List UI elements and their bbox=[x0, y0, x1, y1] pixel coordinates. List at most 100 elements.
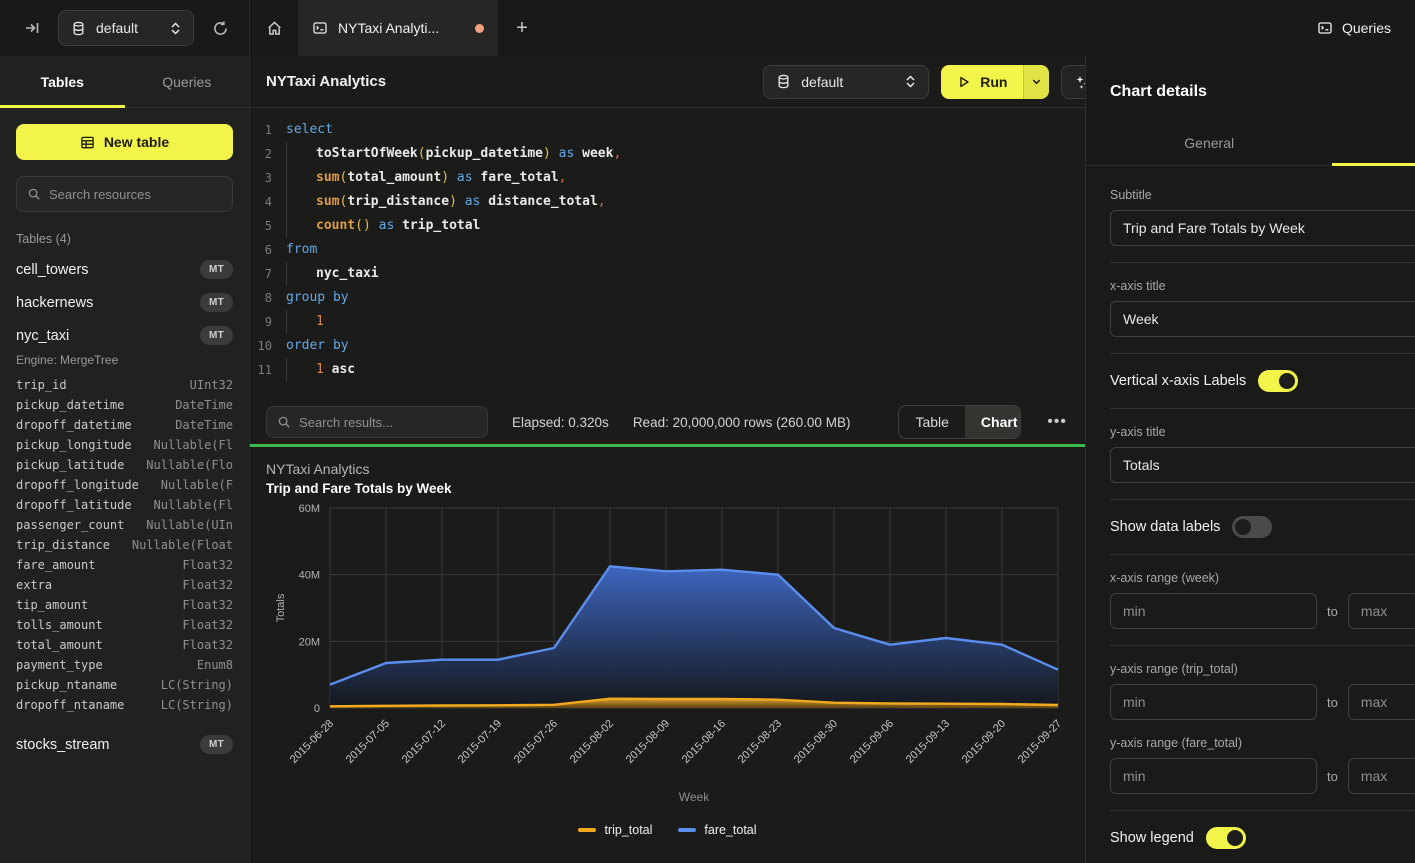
column-name: pickup_latitude bbox=[16, 455, 124, 475]
code-line: 10order by bbox=[250, 334, 1085, 358]
queries-terminal-icon bbox=[1317, 20, 1333, 36]
sidebar-tab-queries[interactable]: Queries bbox=[125, 56, 250, 107]
divider bbox=[1110, 810, 1415, 811]
view-toggle: Table Chart bbox=[898, 405, 1021, 439]
table-row[interactable]: nyc_taxiMT bbox=[16, 326, 233, 345]
y-range-trip-min-input[interactable] bbox=[1110, 684, 1317, 720]
results-search-input[interactable] bbox=[299, 415, 477, 430]
table-row[interactable]: cell_towersMT bbox=[16, 260, 233, 279]
subtitle-input[interactable] bbox=[1110, 210, 1415, 246]
new-tab-button[interactable]: + bbox=[498, 0, 546, 56]
sidebar-tab-tables[interactable]: Tables bbox=[0, 56, 125, 107]
chart-text: 2015-07-26 bbox=[512, 718, 560, 766]
results-more-button[interactable]: ••• bbox=[1045, 409, 1069, 435]
code-content: nyc_taxi bbox=[286, 262, 379, 286]
column-row: dropoff_datetimeDateTime bbox=[16, 415, 233, 435]
select-chevrons-icon bbox=[905, 75, 916, 88]
table-row[interactable]: hackernewsMT bbox=[16, 293, 233, 312]
line-number: 10 bbox=[250, 334, 286, 358]
code-line: 6from bbox=[250, 238, 1085, 262]
vertical-x-labels-label: Vertical x-axis Labels bbox=[1110, 373, 1246, 389]
show-data-labels-toggle[interactable] bbox=[1232, 516, 1272, 538]
line-number: 1 bbox=[250, 118, 286, 142]
panel-tab-general[interactable]: General bbox=[1086, 123, 1332, 165]
column-row: dropoff_longitudeNullable(F bbox=[16, 475, 233, 495]
run-options-caret[interactable] bbox=[1023, 65, 1049, 99]
area-chart: 020M40M60MTotals2015-06-282015-07-052015… bbox=[266, 496, 1069, 821]
chart-text: 2015-07-12 bbox=[400, 718, 448, 766]
code-content: 1 bbox=[286, 310, 324, 334]
divider bbox=[1110, 499, 1415, 500]
chart-section: NYTaxi Analytics Trip and Fare Totals by… bbox=[250, 447, 1085, 863]
view-toggle-table[interactable]: Table bbox=[899, 406, 964, 438]
divider bbox=[1110, 262, 1415, 263]
code-content: count() as trip_total bbox=[286, 214, 480, 238]
column-type: Nullable(Float bbox=[132, 535, 233, 555]
subtitle-field-label: Subtitle bbox=[1110, 188, 1415, 202]
database-select[interactable]: default bbox=[58, 10, 194, 46]
column-type: Float32 bbox=[182, 555, 233, 575]
main-area: NYTaxi Analytics default bbox=[250, 56, 1085, 863]
engine-badge: MT bbox=[200, 326, 233, 345]
legend-item-trip_total[interactable]: trip_total bbox=[578, 823, 652, 837]
page-title: NYTaxi Analytics bbox=[266, 73, 386, 90]
column-type: Float32 bbox=[182, 595, 233, 615]
refresh-icon bbox=[212, 20, 229, 37]
vertical-x-labels-toggle[interactable] bbox=[1258, 370, 1298, 392]
search-icon bbox=[27, 187, 41, 201]
sql-editor[interactable]: 1select2toStartOfWeek(pickup_datetime) a… bbox=[250, 108, 1085, 400]
app-root: default NYTaxi Analyti.. bbox=[0, 0, 1415, 863]
code-content: select bbox=[286, 118, 333, 142]
toggle-knob bbox=[1235, 519, 1251, 535]
chart-text: 20M bbox=[299, 636, 320, 648]
column-name: fare_amount bbox=[16, 555, 95, 575]
chart-text: 2015-07-05 bbox=[344, 718, 392, 766]
column-row: passenger_countNullable(UIn bbox=[16, 515, 233, 535]
column-type: Nullable(UIn bbox=[146, 515, 233, 535]
chart-text: 2015-09-13 bbox=[904, 718, 952, 766]
tab-nytaxi-analytics[interactable]: NYTaxi Analyti... bbox=[298, 0, 498, 56]
show-legend-toggle[interactable] bbox=[1206, 827, 1246, 849]
y-range-fare-max-input[interactable] bbox=[1348, 758, 1415, 794]
legend-swatch bbox=[678, 828, 696, 832]
legend-item-fare_total[interactable]: fare_total bbox=[678, 823, 756, 837]
column-name: extra bbox=[16, 575, 52, 595]
y-range-fare-min-input[interactable] bbox=[1110, 758, 1317, 794]
column-type: Float32 bbox=[182, 635, 233, 655]
column-row: trip_idUInt32 bbox=[16, 375, 233, 395]
code-content: toStartOfWeek(pickup_datetime) as week, bbox=[286, 142, 621, 166]
y-range-trip-max-input[interactable] bbox=[1348, 684, 1415, 720]
column-type: Nullable(Fl bbox=[154, 435, 233, 455]
panel-tab-advanced[interactable]: Advanced bbox=[1332, 123, 1415, 165]
legend-label: fare_total bbox=[704, 823, 756, 837]
x-axis-title-input[interactable] bbox=[1110, 301, 1415, 337]
sidebar-tabs: Tables Queries bbox=[0, 56, 249, 108]
x-range-min-input[interactable] bbox=[1110, 593, 1317, 629]
sidebar-body: New table Tables (4) cell_towersMThacker… bbox=[0, 108, 249, 770]
view-toggle-chart[interactable]: Chart bbox=[965, 406, 1021, 438]
table-name: cell_towers bbox=[16, 262, 89, 278]
column-type: UInt32 bbox=[190, 375, 233, 395]
column-type: Nullable(Flo bbox=[146, 455, 233, 475]
show-data-labels-label: Show data labels bbox=[1110, 519, 1220, 535]
code-line: 5count() as trip_total bbox=[250, 214, 1085, 238]
toggle-knob bbox=[1279, 373, 1295, 389]
table-row[interactable]: stocks_streamMT bbox=[16, 735, 233, 754]
column-row: pickup_datetimeDateTime bbox=[16, 395, 233, 415]
y-axis-title-input[interactable] bbox=[1110, 447, 1415, 483]
column-row: pickup_ntanameLC(String) bbox=[16, 675, 233, 695]
home-button[interactable] bbox=[250, 0, 298, 56]
refresh-button[interactable] bbox=[208, 16, 233, 41]
x-range-max-input[interactable] bbox=[1348, 593, 1415, 629]
line-number: 6 bbox=[250, 238, 286, 262]
new-table-button[interactable]: New table bbox=[16, 124, 233, 160]
sidebar-search-input[interactable] bbox=[49, 187, 225, 202]
column-type: DateTime bbox=[175, 415, 233, 435]
queries-button[interactable]: Queries bbox=[1293, 0, 1415, 56]
run-button[interactable]: Run bbox=[941, 65, 1023, 99]
query-database-select[interactable]: default bbox=[763, 65, 929, 99]
collapse-sidebar-button[interactable] bbox=[20, 16, 44, 40]
column-name: payment_type bbox=[16, 655, 103, 675]
code-content: group by bbox=[286, 286, 349, 310]
column-row: dropoff_ntanameLC(String) bbox=[16, 695, 233, 715]
